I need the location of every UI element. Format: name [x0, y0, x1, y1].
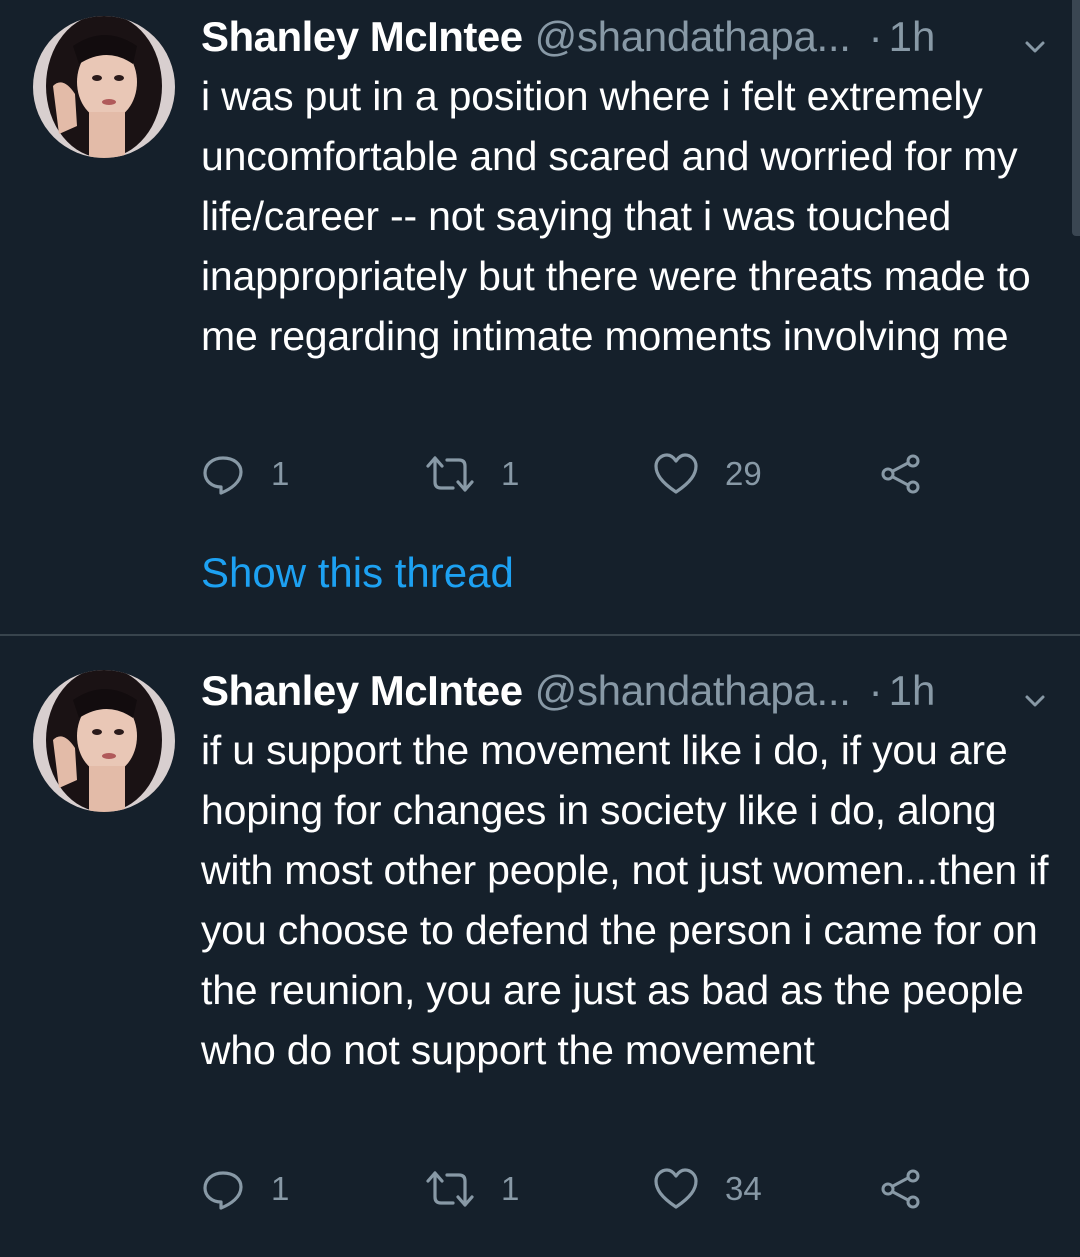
timestamp[interactable]: 1h [889, 12, 936, 62]
heart-icon [653, 1167, 699, 1211]
reply-button[interactable]: 1 [201, 446, 289, 502]
retweet-button[interactable]: 1 [425, 1161, 519, 1217]
show-thread-link[interactable]: Show this thread [201, 545, 514, 601]
tweet-header: Shanley McIntee @shandathapa... · 1h [201, 666, 1050, 716]
retweet-icon [425, 452, 475, 496]
reply-button[interactable]: 1 [201, 1161, 289, 1217]
like-count: 29 [725, 455, 762, 492]
like-button[interactable]: 34 [653, 1161, 762, 1217]
retweet-button[interactable]: 1 [425, 446, 519, 502]
tweet-header: Shanley McIntee @shandathapa... · 1h [201, 12, 1050, 62]
author-name[interactable]: Shanley McIntee [201, 12, 523, 62]
share-icon [879, 452, 923, 496]
scrollbar[interactable] [1072, 0, 1080, 236]
tweet-text: i was put in a position where i felt ext… [201, 73, 1031, 359]
retweet-icon [425, 1167, 475, 1211]
avatar[interactable] [33, 16, 175, 158]
like-count: 34 [725, 1170, 762, 1207]
separator-dot: · [868, 13, 883, 60]
reply-count: 1 [271, 1170, 290, 1207]
tweet[interactable]: Shanley McIntee @shandathapa... · 1h i w… [0, 0, 1080, 634]
author-handle[interactable]: @shandathapa... [535, 666, 851, 716]
tweet[interactable]: Shanley McIntee @shandathapa... · 1h if … [0, 636, 1080, 1257]
retweet-count: 1 [501, 455, 520, 492]
chevron-down-icon[interactable] [1020, 677, 1050, 707]
tweet-actions: 1 1 29 [201, 446, 961, 502]
reply-icon [201, 452, 245, 496]
author-name[interactable]: Shanley McIntee [201, 666, 523, 716]
tweet-actions: 1 1 34 [201, 1161, 961, 1217]
avatar[interactable] [33, 670, 175, 812]
share-button[interactable] [879, 446, 923, 502]
separator-dot: · [868, 667, 883, 714]
heart-icon [653, 452, 699, 496]
share-button[interactable] [879, 1161, 923, 1217]
tweet-text: if u support the movement like i do, if … [201, 727, 1049, 1073]
author-handle[interactable]: @shandathapa... [535, 12, 851, 62]
reply-icon [201, 1167, 245, 1211]
share-icon [879, 1167, 923, 1211]
reply-count: 1 [271, 455, 290, 492]
retweet-count: 1 [501, 1170, 520, 1207]
chevron-down-icon[interactable] [1020, 23, 1050, 53]
timestamp[interactable]: 1h [889, 666, 936, 716]
like-button[interactable]: 29 [653, 446, 762, 502]
